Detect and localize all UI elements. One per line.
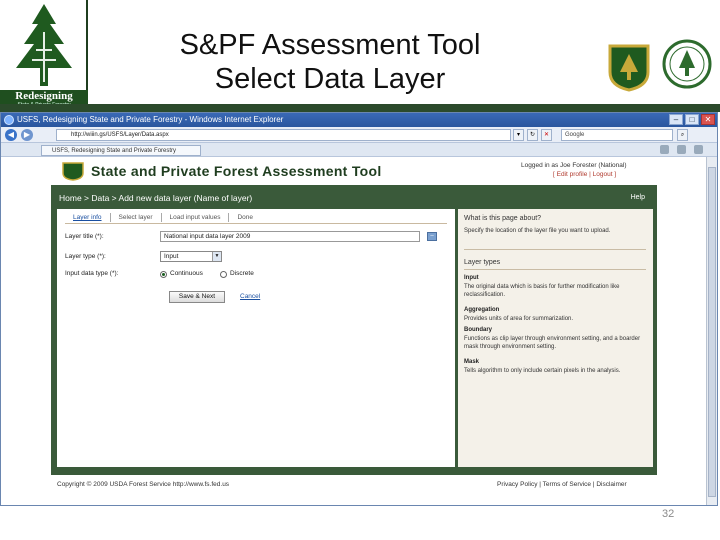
- feeds-icon[interactable]: [677, 145, 686, 154]
- usfs-shield-icon: [608, 44, 650, 92]
- radio-continuous[interactable]: [160, 271, 167, 278]
- maximize-button[interactable]: □: [685, 114, 699, 125]
- browser-title-bar: USFS, Redesigning State and Private Fore…: [1, 113, 717, 127]
- radio-continuous-label: Continuous: [170, 270, 203, 277]
- print-icon[interactable]: [694, 145, 703, 154]
- address-toolbar: ◀ ▶ http://wiiin.gs/USFS/Layer/Data.aspx…: [1, 127, 717, 143]
- stop-icon[interactable]: ✕: [541, 129, 552, 141]
- tab-select-layer[interactable]: Select layer: [111, 213, 162, 222]
- help-panel: What is this page about? Specify the loc…: [458, 209, 653, 467]
- pine-tree-icon: [16, 4, 72, 86]
- term-mask-text: Tells algorithm to only include certain …: [464, 368, 621, 374]
- slide-page-number: 32: [662, 508, 675, 520]
- wizard-tabs: Layer info Select layer Load input value…: [65, 213, 261, 222]
- header-divider: [0, 104, 720, 112]
- layer-title-input[interactable]: National input data layer 2009: [160, 231, 420, 242]
- browser-window: USFS, Redesigning State and Private Fore…: [0, 112, 718, 506]
- term-mask: Mask: [464, 359, 480, 365]
- term-boundary: Boundary: [464, 327, 493, 333]
- breadcrumb-text: Home > Data > Add new data layer (Name o…: [59, 193, 253, 203]
- help-link[interactable]: Help: [631, 191, 645, 205]
- slide-title-line2: Select Data Layer: [214, 63, 446, 95]
- address-dropdown-icon[interactable]: ▾: [513, 129, 524, 141]
- content-frame-bottom: [51, 467, 657, 475]
- scrollbar-thumb[interactable]: [708, 167, 716, 497]
- term-input-text: The original data which is basis for fur…: [464, 284, 620, 298]
- app-title: State and Private Forest Assessment Tool: [91, 163, 382, 179]
- login-info: Logged in as Joe Forester (National): [521, 162, 627, 169]
- forward-button[interactable]: ▶: [21, 129, 33, 141]
- cancel-link[interactable]: Cancel: [240, 293, 260, 300]
- minimize-button[interactable]: –: [669, 114, 683, 125]
- command-bar: [660, 145, 703, 154]
- tab-bar: USFS, Redesigning State and Private Fore…: [1, 143, 717, 157]
- profile-logout-links[interactable]: [ Edit profile | Logout ]: [553, 171, 616, 178]
- term-aggregation: Aggregation: [464, 307, 500, 313]
- ie-logo-icon: [4, 115, 14, 125]
- layer-types-heading: Layer types: [464, 259, 501, 266]
- usda-seal-icon: [662, 39, 712, 89]
- usfs-shield-small-icon: [62, 162, 84, 181]
- form-panel: Layer info Select layer Load input value…: [57, 209, 455, 467]
- term-input: Input: [464, 275, 479, 281]
- wizard-divider: [65, 223, 447, 224]
- help-divider: [464, 249, 646, 250]
- tab-current[interactable]: USFS, Redesigning State and Private Fore…: [41, 145, 201, 156]
- breadcrumb: Home > Data > Add new data layer (Name o…: [59, 191, 649, 205]
- radio-discrete-label: Discrete: [230, 270, 254, 277]
- search-input[interactable]: Google: [561, 129, 673, 141]
- search-icon[interactable]: ⌕: [677, 129, 688, 141]
- tab-done[interactable]: Done: [229, 213, 261, 222]
- close-button[interactable]: ✕: [701, 114, 715, 125]
- tab-layer-info[interactable]: Layer info: [65, 213, 111, 222]
- home-icon[interactable]: [660, 145, 669, 154]
- layer-type-select[interactable]: Input ▼: [160, 251, 222, 262]
- window-controls: – □ ✕: [669, 114, 715, 125]
- layer-title-label: Layer title (*):: [65, 233, 104, 240]
- page-viewport: State and Private Forest Assessment Tool…: [1, 157, 707, 505]
- help-divider: [464, 269, 646, 270]
- minus-icon[interactable]: –: [427, 232, 437, 241]
- radio-discrete[interactable]: [220, 271, 227, 278]
- redesigning-logo: Redesigning State & Private Forestry: [0, 0, 88, 108]
- vertical-scrollbar[interactable]: [706, 157, 717, 505]
- layer-type-value: Input: [164, 253, 179, 260]
- slide-title: S&PF Assessment Tool Select Data Layer: [120, 28, 540, 96]
- input-data-type-label: Input data type (*):: [65, 270, 119, 277]
- slide-title-line1: S&PF Assessment Tool: [179, 29, 481, 61]
- term-boundary-text: Functions as clip layer through environm…: [464, 336, 641, 350]
- tab-load-input-values[interactable]: Load input values: [162, 213, 230, 222]
- term-aggregation-text: Provides units of area for summarization…: [464, 316, 574, 322]
- address-input[interactable]: http://wiiin.gs/USFS/Layer/Data.aspx: [56, 129, 511, 141]
- help-question-text: Specify the location of the layer file y…: [464, 228, 611, 234]
- chevron-down-icon: ▼: [212, 252, 221, 261]
- save-next-button[interactable]: Save & Next: [169, 291, 225, 303]
- footer-copyright: Copyright © 2009 USDA Forest Service htt…: [57, 481, 230, 488]
- browser-window-title: USFS, Redesigning State and Private Fore…: [17, 115, 284, 124]
- help-question: What is this page about?: [464, 215, 542, 222]
- layer-type-label: Layer type (*):: [65, 253, 106, 260]
- footer-links[interactable]: Privacy Policy | Terms of Service | Disc…: [497, 481, 627, 488]
- refresh-icon[interactable]: ↻: [527, 129, 538, 141]
- back-button[interactable]: ◀: [5, 129, 17, 141]
